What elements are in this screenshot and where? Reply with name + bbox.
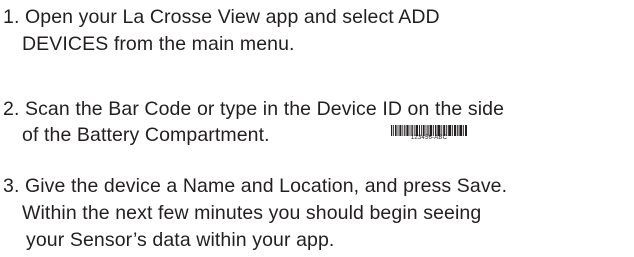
step-1-line-2: DEVICES from the main menu.: [22, 33, 295, 55]
barcode-number: 123456-ABC: [410, 135, 448, 141]
setup-instructions: 1. Open your La Crosse View app and sele…: [0, 0, 634, 257]
step-2-line-2: of the Battery Compartment.: [22, 124, 270, 146]
step-3-line-2: Within the next few minutes you should b…: [22, 202, 482, 224]
step-3-line-1: 3. Give the device a Name and Location, …: [3, 175, 508, 197]
step-3-line-3: your Sensor’s data within your app.: [26, 229, 335, 251]
barcode-icon: 123456-ABC: [391, 125, 467, 142]
step-2-line-1: 2. Scan the Bar Code or type in the Devi…: [3, 98, 505, 120]
step-1-line-1: 1. Open your La Crosse View app and sele…: [3, 6, 440, 28]
